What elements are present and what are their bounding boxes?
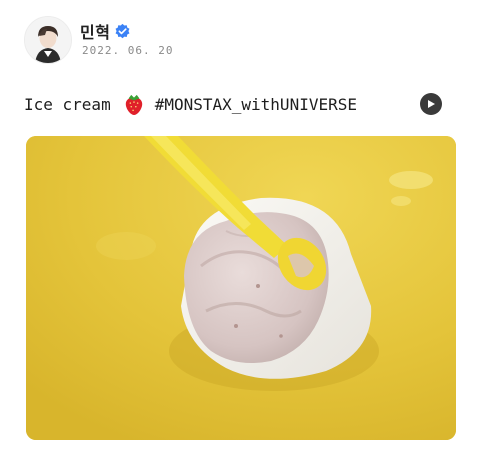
post-header: 민혁 2022. 06. 20 bbox=[24, 16, 444, 64]
verified-badge-icon bbox=[115, 23, 130, 38]
post-text: Ice cream #MONSTAX_withUNIVERSE bbox=[24, 90, 357, 118]
hashtag-link[interactable]: #MONSTAX_withUNIVERSE bbox=[155, 95, 357, 114]
strawberry-emoji bbox=[125, 94, 142, 115]
post-text-word: Ice cream bbox=[24, 94, 111, 114]
play-icon bbox=[428, 100, 435, 108]
post-photo[interactable] bbox=[26, 136, 456, 440]
post-date: 2022. 06. 20 bbox=[82, 44, 174, 57]
author-name[interactable]: 민혁 bbox=[80, 19, 110, 43]
avatar[interactable] bbox=[24, 16, 72, 64]
ice-cream-image bbox=[26, 136, 456, 440]
play-button[interactable] bbox=[420, 93, 442, 115]
